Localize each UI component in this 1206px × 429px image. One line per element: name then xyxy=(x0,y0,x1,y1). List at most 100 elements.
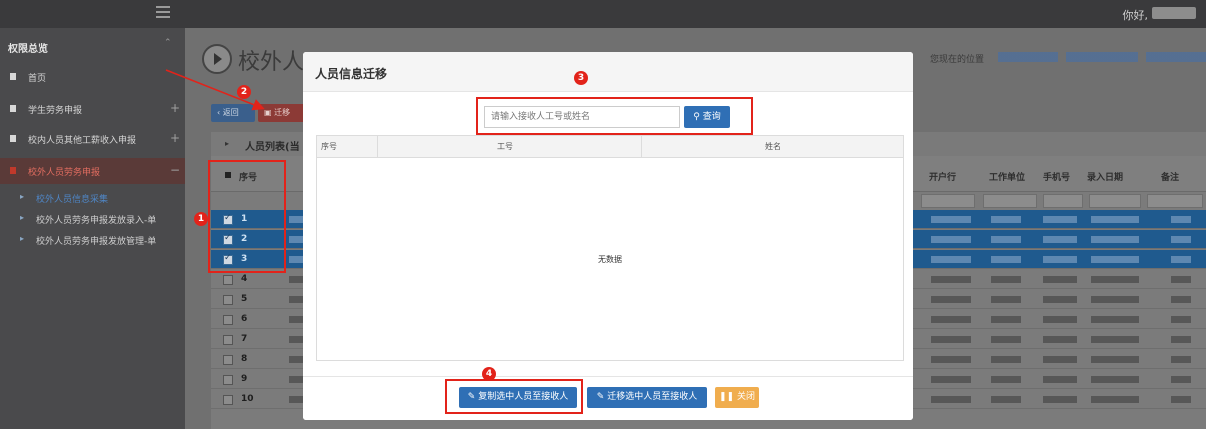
blurred-cell xyxy=(991,236,1021,243)
blurred-cell xyxy=(1043,356,1077,363)
caret-right-icon: ▸ xyxy=(20,213,25,222)
blurred-cell xyxy=(1043,236,1077,243)
filter-input[interactable] xyxy=(1089,194,1141,208)
row-checkbox[interactable] xyxy=(223,275,233,285)
row-checkbox[interactable] xyxy=(223,315,233,325)
blurred-cell xyxy=(1091,376,1139,383)
step-marker: 1 xyxy=(194,212,208,226)
blurred-cell xyxy=(991,396,1021,403)
col-seq: 序号 xyxy=(321,142,337,151)
col-entry-date: 录入日期 xyxy=(1087,173,1124,183)
sidebar-item-internal-income[interactable]: 校内人员其他工薪收入申报 + xyxy=(0,126,185,152)
expand-plus-icon[interactable]: + xyxy=(170,131,180,145)
caret-right-icon: ▸ xyxy=(20,234,25,243)
filter-input[interactable] xyxy=(921,194,975,208)
blurred-cell xyxy=(1091,296,1139,303)
blurred-cell xyxy=(1043,316,1077,323)
blurred-cell xyxy=(1171,356,1191,363)
sidebar-subitem-manage[interactable]: ▸ 校外人员劳务申报发放管理-单 xyxy=(0,230,185,250)
close-button-label: 关闭 xyxy=(736,392,755,402)
sidebar-item-student-labor[interactable]: 学生劳务申报 + xyxy=(0,96,185,122)
filter-input[interactable] xyxy=(983,194,1037,208)
col-emp-no: 工号 xyxy=(497,142,513,151)
blurred-cell xyxy=(1091,316,1139,323)
blurred-cell xyxy=(991,216,1021,223)
pause-icon: ❚❚ xyxy=(719,392,735,402)
sidebar-subitem-info-collect[interactable]: ▸ 校外人员信息采集 xyxy=(0,188,185,208)
file-icon xyxy=(10,167,16,174)
row-checkbox[interactable] xyxy=(223,295,233,305)
collapse-minus-icon[interactable]: − xyxy=(170,163,180,177)
col-name: 姓名 xyxy=(765,142,781,151)
breadcrumb-blurred xyxy=(998,52,1206,62)
blurred-cell xyxy=(1171,256,1191,263)
sidebar-subitem-label: 校外人员劳务申报发放管理-单 xyxy=(36,237,157,247)
sidebar-item-label: 首页 xyxy=(28,74,47,84)
blurred-cell xyxy=(1171,216,1191,223)
blurred-cell xyxy=(1043,256,1077,263)
blurred-cell xyxy=(931,296,971,303)
sidebar-subitem-label: 校外人员信息采集 xyxy=(36,195,109,205)
row-seq: 5 xyxy=(241,294,248,304)
blurred-cell xyxy=(1171,296,1191,303)
sidebar-subitem-label: 校外人员劳务申报发放录入-单 xyxy=(36,216,157,226)
blurred-cell xyxy=(931,316,971,323)
filter-input[interactable] xyxy=(1147,194,1203,208)
blurred-cell xyxy=(1043,216,1077,223)
migrate-button[interactable]: ▣ 迁移 xyxy=(258,104,306,122)
blurred-cell xyxy=(1171,396,1191,403)
row-checkbox[interactable] xyxy=(223,375,233,385)
blurred-cell xyxy=(991,296,1021,303)
blurred-cell xyxy=(1171,316,1191,323)
blurred-cell xyxy=(931,356,971,363)
highlight-copy-button xyxy=(445,379,583,414)
blurred-cell xyxy=(1091,256,1139,263)
file-icon xyxy=(10,105,16,112)
receiver-table-header: 序号 工号 姓名 xyxy=(317,136,903,158)
row-checkbox[interactable] xyxy=(223,335,233,345)
blurred-cell xyxy=(1091,356,1139,363)
blurred-cell xyxy=(1043,376,1077,383)
back-button-label: 返回 xyxy=(222,108,239,117)
row-checkbox[interactable] xyxy=(223,395,233,405)
greeting-text: 你好, xyxy=(1122,9,1149,22)
blurred-cell xyxy=(931,256,971,263)
row-checkbox[interactable] xyxy=(223,355,233,365)
blurred-cell xyxy=(991,276,1021,283)
blurred-cell xyxy=(1043,276,1077,283)
back-button[interactable]: ‹ 返回 xyxy=(211,104,255,122)
expand-plus-icon[interactable]: + xyxy=(170,101,180,115)
blurred-cell xyxy=(991,356,1021,363)
highlight-selected-rows xyxy=(208,160,286,273)
step-marker: 3 xyxy=(574,71,588,85)
row-seq: 6 xyxy=(241,314,248,324)
sidebar-item-home[interactable]: 首页 xyxy=(0,64,185,90)
close-button[interactable]: ❚❚ 关闭 xyxy=(715,387,759,408)
filter-input[interactable] xyxy=(1043,194,1083,208)
chevron-up-icon[interactable]: ⌃ xyxy=(164,38,172,48)
blurred-cell xyxy=(1043,396,1077,403)
migrate-button-label: 迁移 xyxy=(274,108,291,117)
row-seq: 10 xyxy=(241,394,254,404)
sidebar-title: 权限总览 xyxy=(8,44,48,55)
blurred-cell xyxy=(1091,276,1139,283)
file-icon xyxy=(10,135,16,142)
col-remark: 备注 xyxy=(1161,173,1180,183)
location-label: 您现在的位置 xyxy=(930,55,985,65)
blurred-cell xyxy=(991,336,1021,343)
sidebar-subitem-entry[interactable]: ▸ 校外人员劳务申报发放录入-单 xyxy=(0,209,185,229)
page-title: 校外人 xyxy=(238,50,305,75)
col-unit: 工作单位 xyxy=(989,173,1026,183)
blurred-cell xyxy=(1091,396,1139,403)
play-circle-icon xyxy=(202,44,232,74)
caret-right-icon: ▸ xyxy=(225,139,230,148)
sidebar-item-external-labor[interactable]: 校外人员劳务申报 − xyxy=(0,158,185,184)
blurred-cell xyxy=(931,336,971,343)
blurred-cell xyxy=(1043,296,1077,303)
blurred-cell xyxy=(991,256,1021,263)
caret-right-icon: ▸ xyxy=(20,192,25,201)
menu-toggle-icon[interactable] xyxy=(156,6,170,20)
blurred-cell xyxy=(1171,336,1191,343)
move-to-receiver-button[interactable]: ✎ 迁移选中人员至接收人 xyxy=(587,387,707,408)
empty-state-text: 无数据 xyxy=(598,255,622,264)
